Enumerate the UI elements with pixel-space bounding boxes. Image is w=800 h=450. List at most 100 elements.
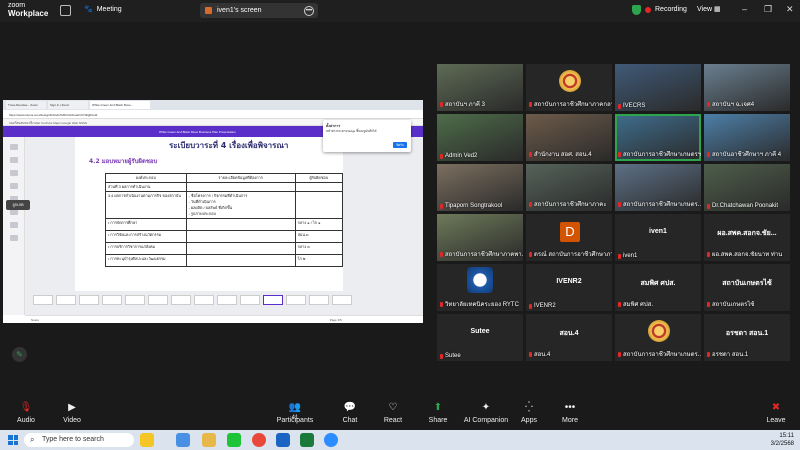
file-explorer-icon[interactable] [202, 433, 216, 447]
participant-name: สถาบันการอาชีวศึกษาเกษตร... [623, 202, 701, 208]
slide-thumbnail[interactable] [148, 295, 168, 305]
slide-thumbnail[interactable] [102, 295, 122, 305]
slide-thumbnail[interactable] [286, 295, 306, 305]
more-options-icon[interactable]: ••• [304, 5, 314, 16]
security-shield-icon[interactable] [632, 5, 641, 15]
slide-thumbnail[interactable] [240, 295, 260, 305]
share-button[interactable]: ⬆ Share [414, 403, 462, 425]
participant-tile[interactable]: สถาบันเกษตรไซ้ สถาบันเกษตรไซ้ [704, 264, 790, 311]
participant-tile[interactable]: ผอ.สพค.สอกจ.ชัย... ผอ.สพค.สอกจ.ชัยนาท ท่า… [704, 214, 790, 261]
participant-tile[interactable]: Dr.Chatchawan Poonakit [704, 164, 790, 211]
system-clock[interactable]: 15:11 3/2/2568 [771, 432, 794, 448]
notes-label[interactable]: Notes [31, 318, 39, 322]
participant-tile[interactable]: IVENR2 IVENR2 [526, 264, 612, 311]
participant-tile[interactable]: สถาบันการอาชีวศึกษาเกษตร... [615, 164, 701, 211]
participant-name: ดรณ์ สถาบันการอาชีวศึกษาภา... [534, 252, 612, 258]
word-icon[interactable] [276, 433, 290, 447]
browser-tab[interactable]: Sign in | Zoom [48, 101, 88, 109]
annotate-chip[interactable]: ลูกเกต [6, 200, 30, 210]
meeting-menu[interactable]: 🐾 Meeting [84, 5, 122, 14]
browser-tab[interactable]: Trout Attendee - Zoom [6, 101, 46, 109]
participant-tile[interactable]: IVECRS [615, 64, 701, 111]
taskbar-search[interactable]: ⌕ Type here to search [24, 433, 134, 447]
more-button[interactable]: ••• More [546, 403, 594, 425]
participant-tile[interactable]: สถาบันการอาชีวศึกษาเกษตรฯ 1 [615, 114, 701, 161]
participant-name-bar: สถาบันอาชีวศึกษาฯ ภาคี 4 [707, 149, 781, 159]
browser-url-bar[interactable]: https://www.canva.com/design/DAGds7kR0m/… [3, 110, 423, 119]
participant-tile[interactable]: สำนักงาน สอศ. สอน.4 [526, 114, 612, 161]
slide-thumbnail[interactable] [79, 295, 99, 305]
recording-indicator[interactable]: Recording [645, 6, 687, 13]
participant-tile[interactable]: อรชดา สอน.1 อรชดา สอน.1 [704, 314, 790, 361]
participant-tile[interactable]: สถาบันการอาชีวศึกษาเกษตร... [615, 314, 701, 361]
participant-tile[interactable]: สถาบันฯ ภาคี 3 [437, 64, 523, 111]
audio-button[interactable]: 🎙 Audio [2, 403, 50, 425]
participant-tile[interactable]: สถาบันอาชีวศึกษาฯ ภาคี 4 [704, 114, 790, 161]
participant-tile[interactable]: iven1 iven1 [615, 214, 701, 261]
slide-thumbnail[interactable] [125, 295, 145, 305]
participant-tile[interactable]: Admin Ved2 [437, 114, 523, 161]
participant-tile[interactable]: สถาบันการอาชีวศึกษาภาคกลา... [526, 64, 612, 111]
participant-tile[interactable]: Sutee Sutee [437, 314, 523, 361]
participant-tile[interactable]: สอน.4 สอน.4 [526, 314, 612, 361]
slide-thumbnail[interactable] [217, 295, 237, 305]
projects-icon[interactable] [10, 222, 18, 228]
participant-tile[interactable]: Tipaporn Songtrakool [437, 164, 523, 211]
chat-button[interactable]: 💬 Chat [326, 403, 374, 425]
annotate-pen-icon[interactable]: ✎ [12, 347, 27, 362]
shared-screen[interactable]: Trout Attendee - Zoom Sign in | Zoom Whi… [3, 100, 423, 323]
design-icon[interactable] [10, 144, 18, 150]
apps-icon[interactable] [10, 235, 18, 241]
excel-icon[interactable] [300, 433, 314, 447]
slide-thumbnail[interactable] [33, 295, 53, 305]
participant-tile[interactable]: วิทยาลัยเทคนิคระยอง RYTC [437, 264, 523, 311]
edge-icon[interactable] [176, 433, 190, 447]
participant-name: ผอ.สพค.สอกจ.ชัยนาท ท่าน [712, 252, 783, 258]
participant-tile[interactable]: D ดรณ์ สถาบันการอาชีวศึกษาภา... [526, 214, 612, 261]
brand-icon[interactable] [10, 183, 18, 189]
view-button[interactable]: View ▦ [697, 5, 721, 13]
slide-thumbnail[interactable] [171, 295, 191, 305]
browser-tab-active[interactable]: White Green And Black Bove... [90, 101, 150, 109]
slide-thumbnail[interactable] [56, 295, 76, 305]
share-view-pill[interactable]: iven1's screen ••• [200, 3, 318, 18]
participant-name: IVECRS [623, 103, 646, 109]
presentation-slide[interactable]: ระเบียบวาระที่ 4 เรื่องเพื่อพิจารณา 4.2 … [75, 137, 343, 291]
leave-label: Leave [766, 417, 786, 424]
react-button[interactable]: ♡ React [369, 403, 417, 425]
line-icon[interactable] [227, 433, 241, 447]
windows-start-icon[interactable] [8, 435, 18, 445]
participant-tile[interactable]: สมพิศ ศปส. สมพิศ ศปส. [615, 264, 701, 311]
participant-display-name: Sutee [470, 328, 490, 335]
leave-button[interactable]: ✖ Leave [752, 403, 800, 425]
mic-muted-icon [707, 251, 710, 257]
text-icon[interactable] [10, 170, 18, 176]
chrome-icon[interactable] [252, 433, 266, 447]
mic-muted-icon [440, 101, 443, 107]
slide-thumbnail[interactable] [309, 295, 329, 305]
window-icon[interactable] [60, 5, 71, 16]
close-icon[interactable]: ✕ [786, 4, 794, 15]
participant-name-bar: สถาบันการอาชีวศึกษาภาคกลา... [529, 99, 612, 109]
participant-name: สถาบันฯ ภาคี 3 [445, 102, 485, 108]
participant-tile[interactable]: สถาบันการอาชีวศึกษาภาคะ [526, 164, 612, 211]
participants-button[interactable]: 👥41 Participants [271, 403, 319, 425]
slide-thumbnail[interactable] [194, 295, 214, 305]
zoom-taskbar-icon[interactable] [324, 433, 338, 447]
slide-thumbnail[interactable] [332, 295, 352, 305]
participant-name-bar: Sutee [440, 353, 461, 359]
participant-display-name: iven1 [649, 228, 667, 235]
minimize-icon[interactable]: – [742, 4, 747, 14]
copilot-icon[interactable] [140, 433, 154, 447]
mic-muted-icon [529, 351, 532, 357]
meeting-controls: 🎙 Audio ▶ Video 👥41 Participants 💬 Chat ♡ Rea… [0, 400, 800, 430]
slide-thumbnail-active[interactable] [263, 295, 283, 305]
popup-ok-button[interactable]: ปิดรับ [393, 142, 407, 148]
participant-tile[interactable]: สถาบันฯ ฉ.เจศ4 [704, 64, 790, 111]
video-button[interactable]: ▶ Video [48, 403, 96, 425]
maximize-icon[interactable]: ❐ [764, 4, 772, 15]
participant-tile[interactable]: สถาบันการอาชีวศึกษาภาคพา... [437, 214, 523, 261]
participant-name: อรชดา สอน.1 [712, 352, 749, 358]
participant-name-bar: วิทยาลัยเทคนิคระยอง RYTC [440, 299, 519, 309]
elements-icon[interactable] [10, 157, 18, 163]
